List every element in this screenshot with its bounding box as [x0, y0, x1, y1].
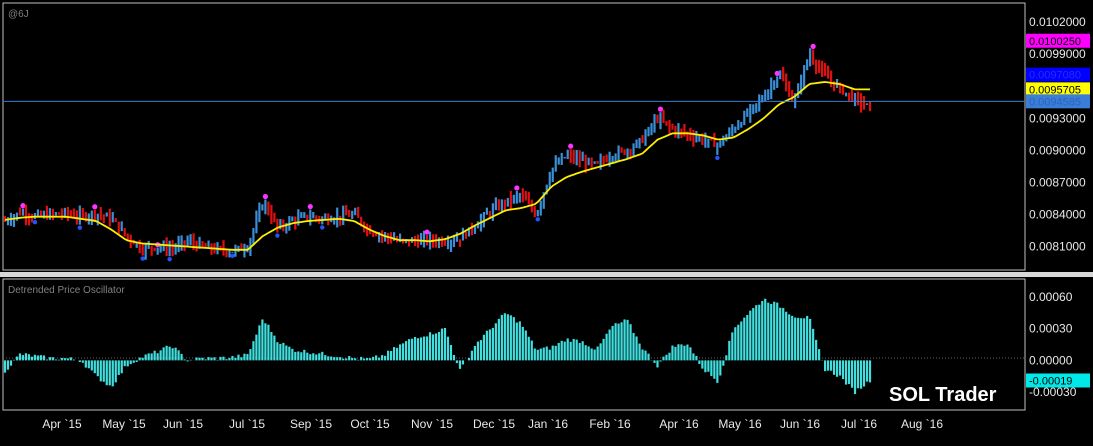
time-axis-label: May `15: [102, 417, 146, 431]
time-axis-label: Jan `16: [528, 417, 568, 431]
time-axis-label: Jun `16: [780, 417, 820, 431]
price-tag-label: 0.0100250: [1029, 36, 1081, 48]
pivot-low-marker: [140, 256, 145, 261]
time-axis-label: Jun `15: [163, 417, 203, 431]
pivot-low-marker: [32, 219, 38, 225]
time-axis-label: Oct `15: [350, 417, 390, 431]
time-axis-label: Apr `16: [659, 417, 699, 431]
pivot-low-marker: [535, 217, 540, 222]
price-tick-label: 0.0090000: [1029, 143, 1086, 157]
price-tick-label: 0.0102000: [1029, 15, 1086, 29]
pivot-high-marker: [810, 43, 816, 49]
pivot-high-marker: [307, 203, 313, 210]
pivot-high-marker: [774, 70, 780, 76]
price-panel[interactable]: [2, 2, 1026, 271]
pivot-low-marker: [230, 253, 235, 258]
time-axis-label: Dec `15: [473, 417, 515, 431]
oscillator-tick-label: 0.00000: [1029, 353, 1073, 367]
pivot-high-marker: [514, 185, 520, 191]
time-axis-label: Apr `15: [42, 417, 82, 431]
time-axis-label: Feb `16: [589, 417, 631, 431]
time-axis-label: Sep `15: [290, 417, 332, 431]
indicator-title: Detrended Price Oscillator: [8, 285, 125, 296]
pivot-high-marker: [20, 203, 26, 209]
time-axis-label: Jul `16: [841, 417, 877, 431]
pivot-high-marker: [568, 143, 574, 149]
price-tag-label: 0.0094585: [1029, 96, 1081, 108]
pivot-high-marker: [657, 106, 664, 112]
trading-chart-window: @6J Detrended Price Oscillator 0.0102000…: [0, 0, 1093, 446]
oscillator-tag-label: -0.00019: [1029, 375, 1072, 387]
watermark: SOL Trader: [889, 384, 997, 406]
pivot-low-marker: [167, 257, 172, 262]
panel-divider[interactable]: [0, 272, 1093, 277]
price-tag-label: 0.0097080: [1029, 70, 1081, 82]
time-axis-label: Jul `15: [229, 417, 265, 431]
price-tick-label: 0.0093000: [1029, 111, 1086, 125]
price-tick-label: 0.0081000: [1029, 240, 1086, 254]
pivot-low-marker: [320, 225, 325, 230]
price-tick-label: 0.0087000: [1029, 175, 1086, 189]
price-tick-label: 0.0099000: [1029, 47, 1086, 61]
price-tick-label: 0.0084000: [1029, 208, 1086, 222]
pivot-high-marker: [424, 229, 430, 235]
pivot-high-marker: [92, 204, 98, 210]
time-axis-label: Nov `15: [411, 417, 453, 431]
pivot-low-marker: [715, 155, 720, 161]
chart-canvas[interactable]: @6J Detrended Price Oscillator 0.0102000…: [0, 0, 1093, 446]
symbol-label: @6J: [8, 9, 29, 20]
pivot-high-marker: [262, 193, 268, 200]
pivot-low-marker: [77, 225, 83, 230]
time-axis-label: Aug `16: [901, 417, 943, 431]
oscillator-tick-label: 0.00060: [1029, 290, 1073, 304]
oscillator-tick-label: 0.00030: [1029, 322, 1073, 336]
pivot-low-marker: [275, 233, 280, 238]
time-axis-label: May `16: [718, 417, 762, 431]
